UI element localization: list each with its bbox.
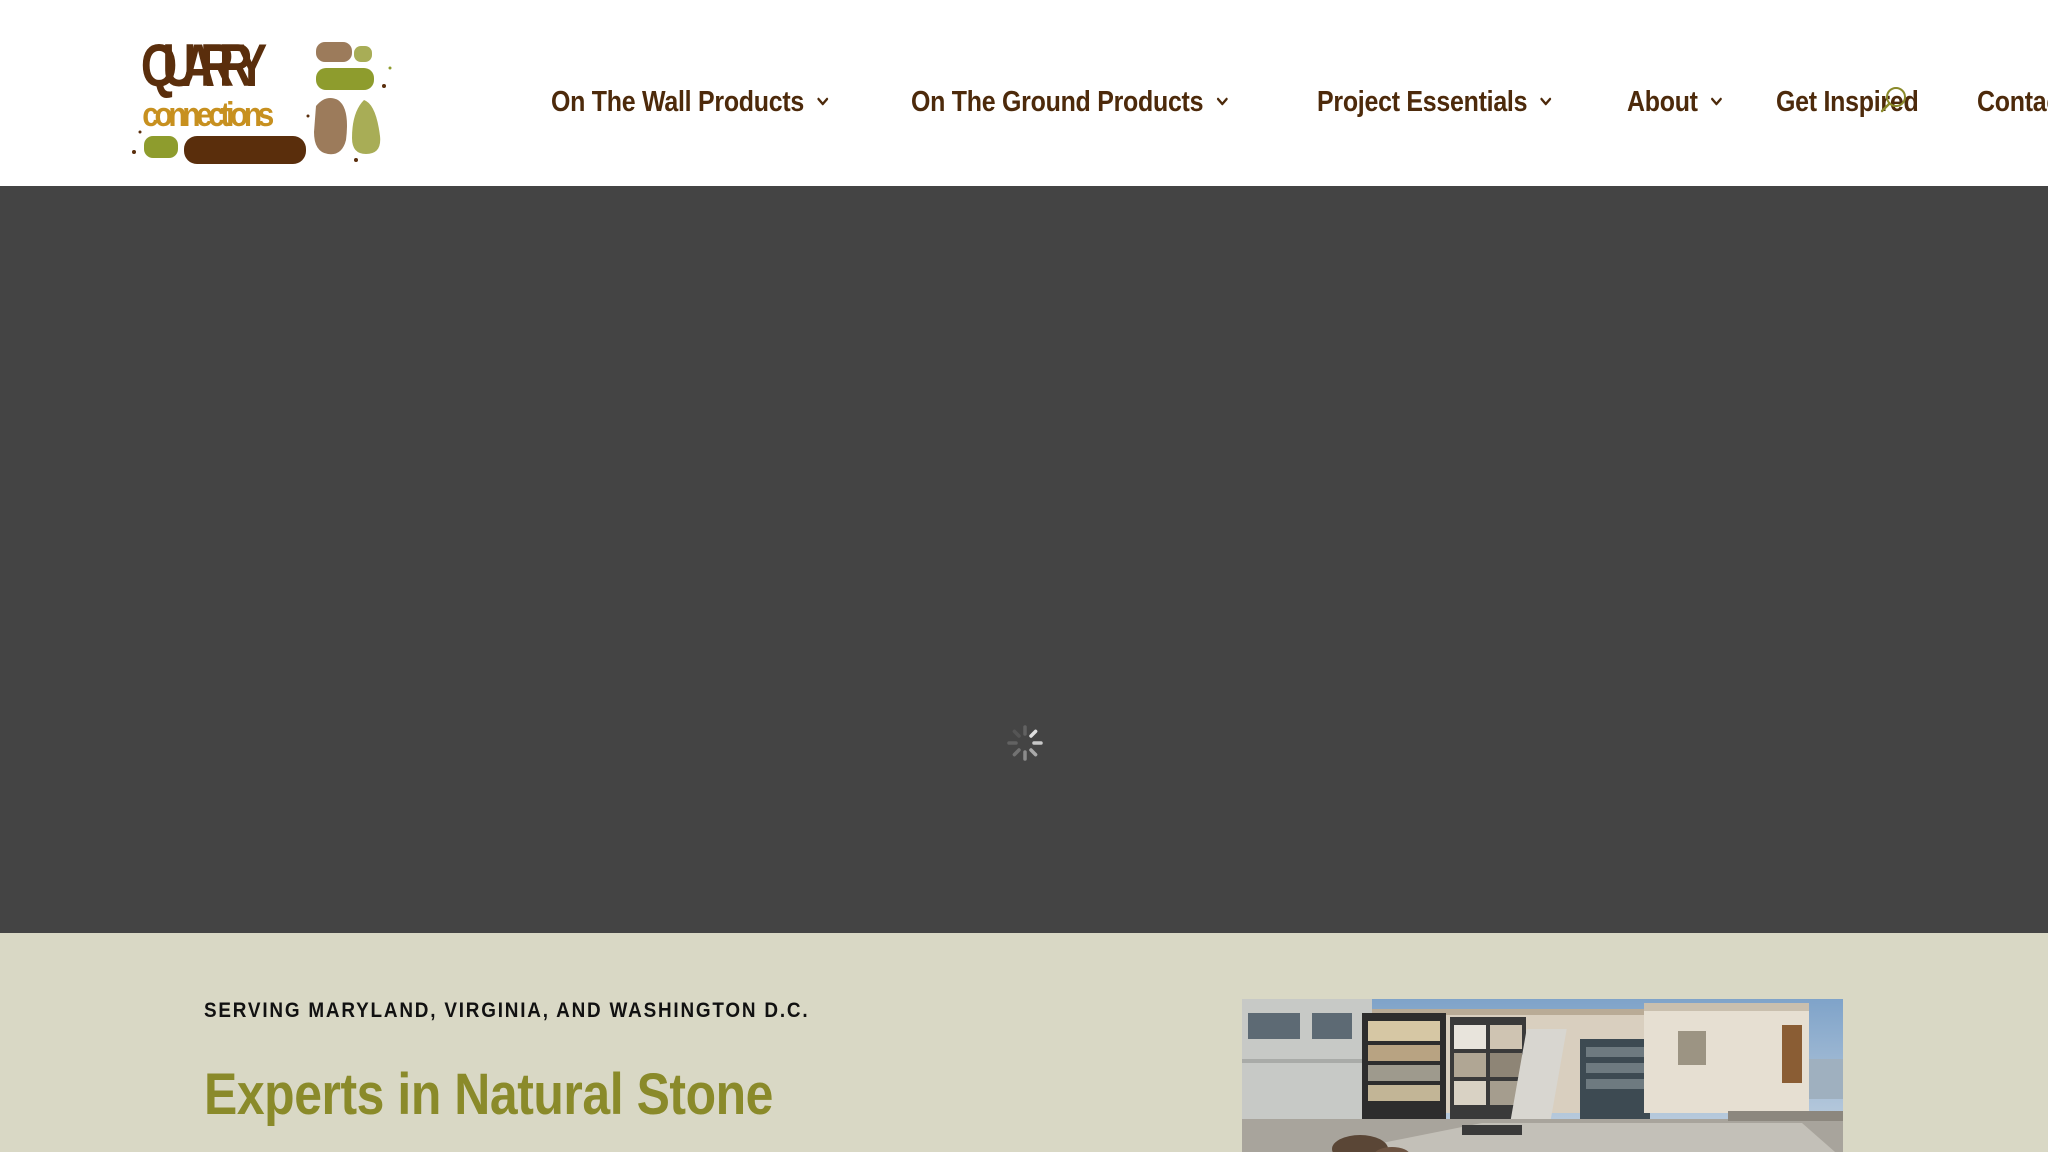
nav-item-label: On The Wall Products bbox=[551, 85, 805, 118]
showroom-photo bbox=[1242, 999, 1843, 1152]
hero-slider bbox=[0, 186, 2048, 933]
nav-item-contact[interactable]: Contact bbox=[1977, 80, 2048, 124]
chevron-down-icon bbox=[1216, 97, 1228, 106]
intro-section: SERVING MARYLAND, VIRGINIA, AND WASHINGT… bbox=[0, 933, 2048, 1152]
section-headline: Experts in Natural Stone bbox=[204, 1062, 773, 1127]
quarry-connections-logo: QUARRY connections bbox=[132, 32, 392, 164]
nav-item-label: Contact bbox=[1977, 85, 2048, 118]
svg-text:QUARRY: QUARRY bbox=[141, 32, 267, 99]
svg-text:connections: connections bbox=[142, 95, 274, 133]
nav-item-on-the-wall-products[interactable]: On The Wall Products bbox=[551, 80, 830, 124]
nav-item-about[interactable]: About bbox=[1627, 80, 1724, 124]
search-icon[interactable] bbox=[1878, 84, 1910, 116]
nav-item-on-the-ground-products[interactable]: On The Ground Products bbox=[911, 80, 1229, 124]
chevron-down-icon bbox=[817, 97, 829, 106]
chevron-down-icon bbox=[1711, 97, 1723, 106]
main-nav: On The Wall Products On The Ground Produ… bbox=[551, 80, 2048, 124]
site-header: QUARRY connections On The Wall Products bbox=[0, 0, 2048, 186]
showroom-yard-image bbox=[1242, 999, 1843, 1152]
nav-item-label: On The Ground Products bbox=[911, 85, 1204, 118]
chevron-down-icon bbox=[1540, 97, 1552, 106]
service-area-eyebrow: SERVING MARYLAND, VIRGINIA, AND WASHINGT… bbox=[204, 999, 810, 1022]
nav-item-label: About bbox=[1627, 85, 1699, 118]
nav-item-label: Project Essentials bbox=[1317, 85, 1528, 118]
loading-spinner-icon bbox=[1007, 725, 1043, 761]
site-logo[interactable]: QUARRY connections bbox=[130, 28, 396, 170]
nav-item-project-essentials[interactable]: Project Essentials bbox=[1317, 80, 1553, 124]
